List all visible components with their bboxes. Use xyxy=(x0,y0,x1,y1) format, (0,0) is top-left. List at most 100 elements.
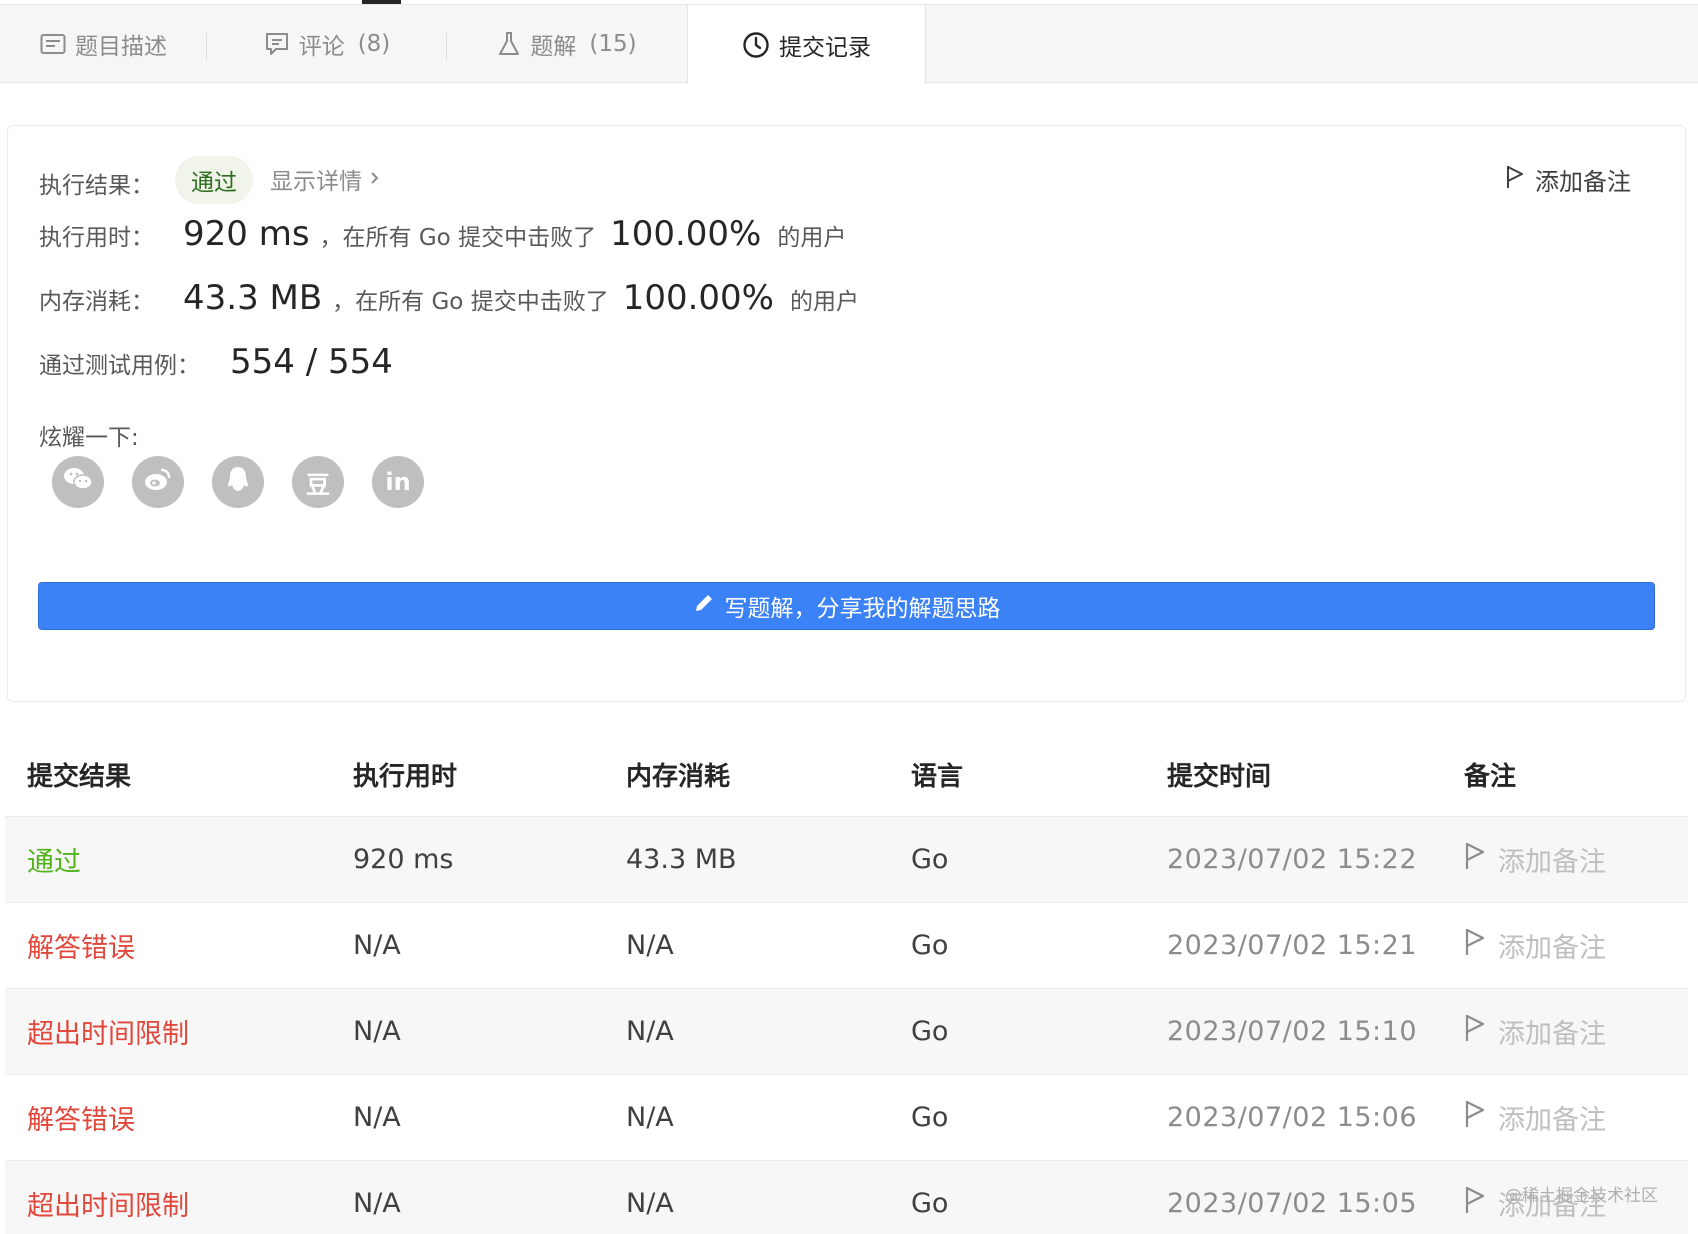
runtime-cell: N/A xyxy=(353,1016,401,1047)
runtime-value: 920 ms xyxy=(183,214,310,254)
table-row: 解答错误 N/A N/A Go 2023/07/02 15:21 添加备注 xyxy=(5,903,1688,989)
share-label: 炫耀一下: xyxy=(39,425,139,451)
runtime-suffix: 的用户 xyxy=(777,225,847,251)
header-language: 语言 xyxy=(911,762,964,792)
submissions-table: 提交结果 执行用时 内存消耗 语言 提交时间 备注 通过 920 ms 43.3 M… xyxy=(5,733,1688,1234)
add-note-button[interactable]: 添加备注 xyxy=(1464,840,1688,879)
add-note-button[interactable]: 添加备注 xyxy=(1464,1012,1688,1051)
header-time: 提交时间 xyxy=(1167,762,1272,792)
show-details-label: 显示详情 xyxy=(270,169,362,195)
tests-value: 554 / 554 xyxy=(230,342,393,382)
watermark: @稀土掘金技术社区 xyxy=(1505,1186,1658,1206)
submission-status-link[interactable]: 超出时间限制 xyxy=(27,1191,189,1222)
share-weibo-button[interactable] xyxy=(132,456,184,508)
memory-cell: N/A xyxy=(626,1102,674,1133)
submission-status-link[interactable]: 超出时间限制 xyxy=(27,1019,189,1050)
runtime-label: 执行用时： xyxy=(39,225,154,251)
memory-cell: 43.3 MB xyxy=(626,844,737,875)
header-memory: 内存消耗 xyxy=(626,762,731,792)
tab-solutions-count: (15) xyxy=(589,31,637,57)
runtime-beat-text: ，在所有 Go 提交中击败了 xyxy=(319,225,597,251)
submission-status-link[interactable]: 通过 xyxy=(27,847,81,878)
submit-time-cell: 2023/07/02 15:10 xyxy=(1167,1016,1418,1047)
header-status: 提交结果 xyxy=(27,762,132,792)
add-note-button[interactable]: 添加备注 xyxy=(1464,926,1688,965)
weibo-icon xyxy=(143,466,173,498)
description-icon xyxy=(40,33,66,55)
add-note-label: 添加备注 xyxy=(1535,168,1631,196)
tab-comments-count: (8) xyxy=(357,31,391,57)
write-solution-button[interactable]: 写题解，分享我的解题思路 xyxy=(38,582,1655,630)
submission-status-link[interactable]: 解答错误 xyxy=(27,933,135,964)
tab-submissions-label: 提交记录 xyxy=(779,34,871,61)
add-note-button[interactable]: 添加备注 xyxy=(1505,162,1631,197)
memory-label: 内存消耗： xyxy=(39,289,154,315)
wechat-icon xyxy=(62,465,94,499)
flag-icon xyxy=(1464,927,1486,964)
table-row: 超出时间限制 N/A N/A Go 2023/07/02 15:10 添加备注 xyxy=(5,989,1688,1075)
header-runtime: 执行用时 xyxy=(353,762,458,792)
memory-percent: 100.00% xyxy=(622,278,774,318)
add-note-button[interactable]: 添加备注 xyxy=(1464,1098,1688,1137)
submission-result-card: 执行结果： 通过 显示详情 添加备注 执行用时： 920 ms ，在所有 Go … xyxy=(7,125,1686,702)
flag-icon xyxy=(1464,1099,1486,1136)
flag-icon xyxy=(1464,1185,1486,1222)
qq-icon xyxy=(225,464,251,500)
tab-solutions[interactable]: 题解 (15) xyxy=(447,5,687,83)
write-solution-label: 写题解，分享我的解题思路 xyxy=(724,596,1001,622)
table-row: 通过 920 ms 43.3 MB Go 2023/07/02 15:22 添加备注 xyxy=(5,817,1688,903)
share-wechat-button[interactable] xyxy=(52,456,104,508)
table-row: 超出时间限制 N/A N/A Go 2023/07/02 15:05 添加备注 xyxy=(5,1161,1688,1234)
runtime-cell: N/A xyxy=(353,1102,401,1133)
language-cell: Go xyxy=(911,1102,949,1133)
submission-status-link[interactable]: 解答错误 xyxy=(27,1105,135,1136)
tests-line: 通过测试用例： 554 / 554 xyxy=(39,342,393,382)
submit-time-cell: 2023/07/02 15:22 xyxy=(1167,844,1418,875)
tab-bar: 题目描述 评论 (8) 题解 (15) 提交记录 xyxy=(0,5,1698,84)
tests-label: 通过测试用例： xyxy=(39,353,200,379)
add-note-label: 添加备注 xyxy=(1498,1019,1606,1050)
linkedin-icon: in xyxy=(385,468,411,496)
memory-value: 43.3 MB xyxy=(183,278,323,318)
douban-icon: 豆 xyxy=(306,470,330,499)
table-header: 提交结果 执行用时 内存消耗 语言 提交时间 备注 xyxy=(5,733,1688,817)
share-qq-button[interactable] xyxy=(212,456,264,508)
tab-comments[interactable]: 评论 (8) xyxy=(207,5,447,83)
clock-icon xyxy=(742,31,770,59)
status-badge: 通过 xyxy=(175,156,253,204)
memory-line: 内存消耗： 43.3 MB ，在所有 Go 提交中击败了 100.00% 的用户 xyxy=(39,278,859,318)
header-note: 备注 xyxy=(1464,762,1517,792)
show-details-link[interactable]: 显示详情 xyxy=(270,162,380,196)
memory-beat-text: ，在所有 Go 提交中击败了 xyxy=(332,289,609,315)
flag-icon xyxy=(1505,164,1525,196)
chevron-right-icon xyxy=(370,166,380,192)
language-cell: Go xyxy=(911,930,949,961)
add-note-label: 添加备注 xyxy=(1498,847,1606,878)
submit-time-cell: 2023/07/02 15:21 xyxy=(1167,930,1418,961)
memory-suffix: 的用户 xyxy=(789,289,859,315)
share-douban-button[interactable]: 豆 xyxy=(292,456,344,508)
add-note-label: 添加备注 xyxy=(1498,1105,1606,1136)
share-linkedin-button[interactable]: in xyxy=(372,456,424,508)
flag-icon xyxy=(1464,1013,1486,1050)
runtime-line: 执行用时： 920 ms ，在所有 Go 提交中击败了 100.00% 的用户 xyxy=(39,214,846,254)
memory-cell: N/A xyxy=(626,1016,674,1047)
flag-icon xyxy=(1464,841,1486,878)
table-row: 解答错误 N/A N/A Go 2023/07/02 15:06 添加备注 xyxy=(5,1075,1688,1161)
submit-time-cell: 2023/07/02 15:06 xyxy=(1167,1102,1418,1133)
pencil-icon xyxy=(693,592,715,620)
tab-description-label: 题目描述 xyxy=(75,34,167,60)
runtime-cell: N/A xyxy=(353,930,401,961)
language-cell: Go xyxy=(911,844,949,875)
add-note-label: 添加备注 xyxy=(1498,933,1606,964)
language-cell: Go xyxy=(911,1188,949,1219)
memory-cell: N/A xyxy=(626,930,674,961)
runtime-cell: N/A xyxy=(353,1188,401,1219)
tab-submissions[interactable]: 提交记录 xyxy=(687,5,926,84)
result-label: 执行结果： xyxy=(39,173,154,199)
tab-description[interactable]: 题目描述 xyxy=(0,5,207,83)
runtime-cell: 920 ms xyxy=(353,844,454,875)
runtime-percent: 100.00% xyxy=(610,214,762,254)
memory-cell: N/A xyxy=(626,1188,674,1219)
share-buttons: 豆 in xyxy=(52,456,424,508)
